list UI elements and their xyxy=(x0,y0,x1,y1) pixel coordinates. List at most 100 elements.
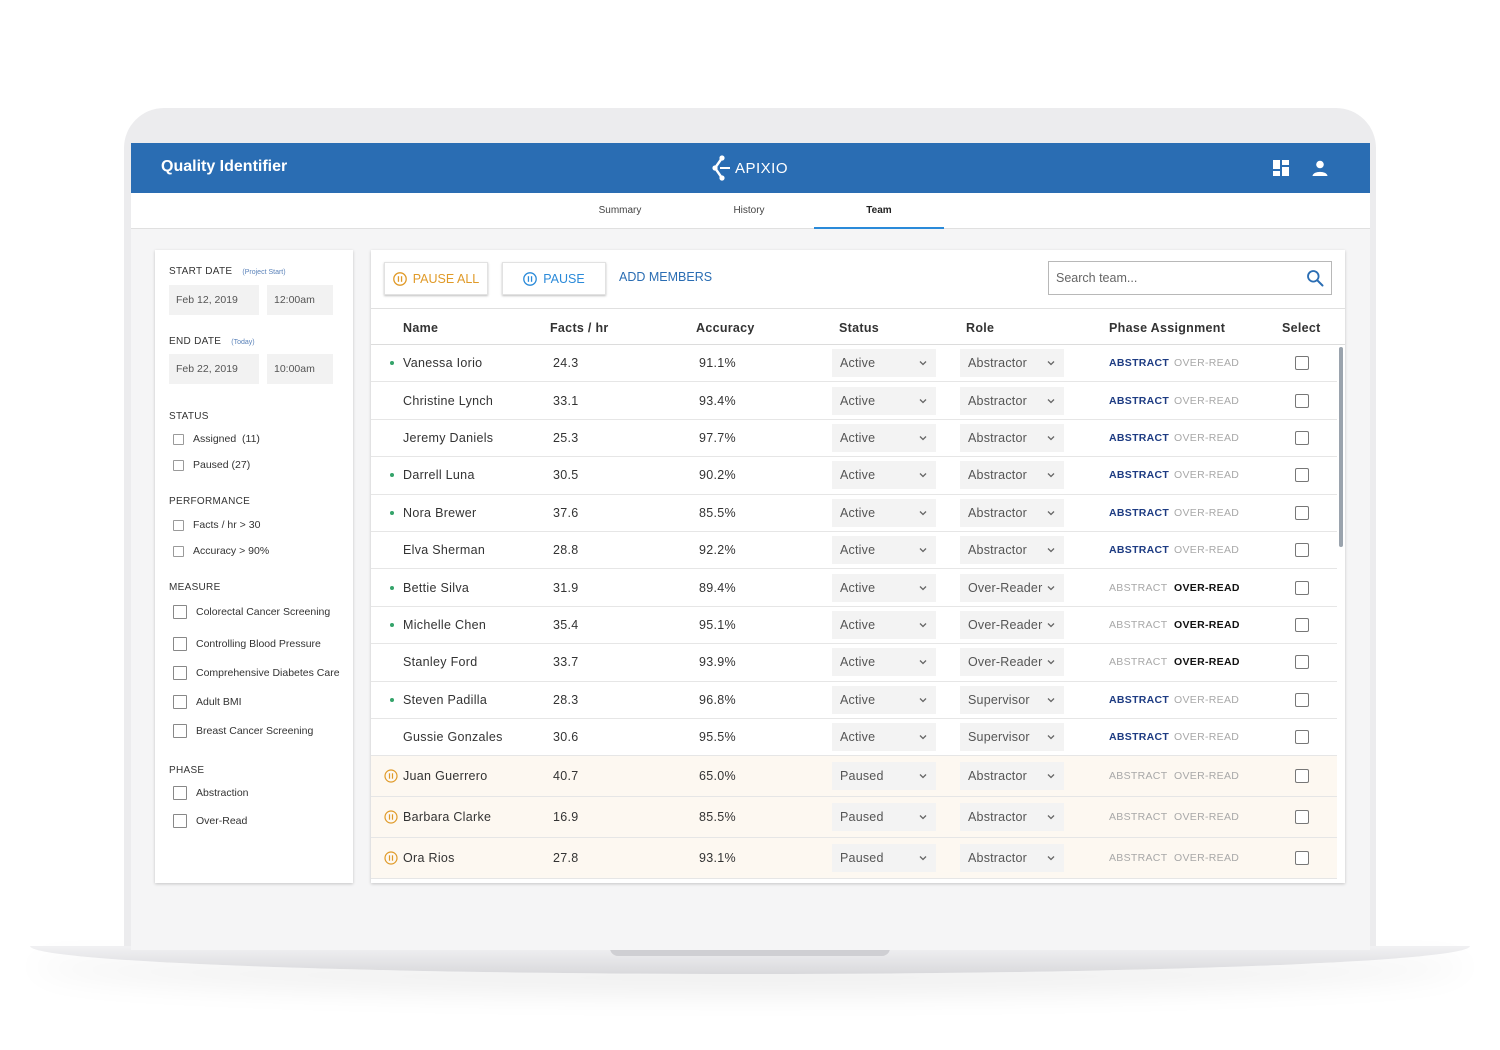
start-time-field[interactable]: 12:00am xyxy=(267,285,333,315)
select-checkbox[interactable] xyxy=(1295,356,1309,371)
filter-colorectal[interactable]: Colorectal Cancer Screening xyxy=(173,605,330,619)
phase-abstract-toggle[interactable]: ABSTRACT xyxy=(1109,357,1169,369)
role-dropdown[interactable]: Abstractor xyxy=(960,461,1064,490)
status-dropdown[interactable]: Paused xyxy=(832,762,936,791)
role-dropdown[interactable]: Abstractor xyxy=(960,802,1064,831)
status-dropdown[interactable]: Paused xyxy=(832,802,936,831)
phase-over-read-toggle[interactable]: OVER-READ xyxy=(1174,656,1240,668)
select-checkbox[interactable] xyxy=(1295,809,1309,824)
table-row[interactable]: Juan Guerrero 40.7 65.0% Paused Abstractor AB… xyxy=(371,756,1337,798)
status-dropdown[interactable]: Active xyxy=(832,685,936,714)
role-dropdown[interactable]: Abstractor xyxy=(960,762,1064,791)
status-dropdown[interactable]: Active xyxy=(832,461,936,490)
status-dropdown[interactable]: Active xyxy=(832,386,936,415)
phase-over-read-toggle[interactable]: OVER-READ xyxy=(1174,811,1239,823)
select-checkbox[interactable] xyxy=(1295,769,1309,784)
phase-abstract-toggle[interactable]: ABSTRACT xyxy=(1109,656,1167,668)
col-status[interactable]: Status xyxy=(839,321,879,335)
table-row[interactable]: Gussie Gonzales 30.6 95.5% Active Supervisor… xyxy=(371,718,1337,757)
checkbox[interactable] xyxy=(173,786,187,800)
select-checkbox[interactable] xyxy=(1295,617,1309,632)
table-row[interactable]: Jeremy Daniels 25.3 97.7% Active Abstractor A… xyxy=(371,419,1337,458)
select-checkbox[interactable] xyxy=(1295,692,1309,707)
phase-over-read-toggle[interactable]: OVER-READ xyxy=(1174,395,1239,407)
phase-abstract-toggle[interactable]: ABSTRACT xyxy=(1109,507,1169,519)
status-dropdown[interactable]: Active xyxy=(832,573,936,602)
table-row[interactable]: Vanessa Iorio 24.3 91.1% Active Abstractor AB… xyxy=(371,345,1337,383)
phase-over-read-toggle[interactable]: OVER-READ xyxy=(1174,694,1239,706)
checkbox[interactable] xyxy=(173,459,184,471)
pause-all-button[interactable]: PAUSE ALL xyxy=(384,262,488,295)
role-dropdown[interactable]: Abstractor xyxy=(960,423,1064,452)
search-input[interactable] xyxy=(1049,262,1299,294)
tab-summary[interactable]: Summary xyxy=(555,193,685,229)
phase-abstract-toggle[interactable]: ABSTRACT xyxy=(1109,432,1169,444)
phase-over-read-toggle[interactable]: OVER-READ xyxy=(1174,357,1239,369)
tab-history[interactable]: History xyxy=(684,193,814,229)
select-checkbox[interactable] xyxy=(1295,580,1309,595)
select-checkbox[interactable] xyxy=(1295,543,1309,558)
select-checkbox[interactable] xyxy=(1295,430,1309,445)
start-date-field[interactable]: Feb 12, 2019 xyxy=(169,285,259,315)
table-row[interactable]: Steven Padilla 28.3 96.8% Active Supervisor A… xyxy=(371,681,1337,719)
filter-breast-cancer[interactable]: Breast Cancer Screening xyxy=(173,724,313,738)
checkbox[interactable] xyxy=(173,433,184,445)
phase-over-read-toggle[interactable]: OVER-READ xyxy=(1174,582,1240,594)
status-dropdown[interactable]: Active xyxy=(832,423,936,452)
filter-adult-bmi[interactable]: Adult BMI xyxy=(173,695,242,709)
checkbox[interactable] xyxy=(173,605,187,619)
role-dropdown[interactable]: Supervisor xyxy=(960,723,1064,752)
phase-abstract-toggle[interactable]: ABSTRACT xyxy=(1109,731,1169,743)
filter-accuracy[interactable]: Accuracy > 90% xyxy=(173,545,269,557)
filter-facts-per-hour[interactable]: Facts / hr > 30 xyxy=(173,519,260,531)
filter-abstraction[interactable]: Abstraction xyxy=(173,786,249,800)
phase-over-read-toggle[interactable]: OVER-READ xyxy=(1174,619,1240,631)
add-members-button[interactable]: ADD MEMBERS xyxy=(619,270,712,284)
role-dropdown[interactable]: Abstractor xyxy=(960,349,1064,378)
select-checkbox[interactable] xyxy=(1295,850,1309,865)
phase-over-read-toggle[interactable]: OVER-READ xyxy=(1174,852,1239,864)
filter-assigned[interactable]: Assigned (11) xyxy=(173,433,260,445)
role-dropdown[interactable]: Over-Reader xyxy=(960,648,1064,677)
select-checkbox[interactable] xyxy=(1295,655,1309,670)
checkbox[interactable] xyxy=(173,637,187,651)
phase-abstract-toggle[interactable]: ABSTRACT xyxy=(1109,469,1169,481)
phase-over-read-toggle[interactable]: OVER-READ xyxy=(1174,731,1239,743)
phase-over-read-toggle[interactable]: OVER-READ xyxy=(1174,469,1239,481)
phase-abstract-toggle[interactable]: ABSTRACT xyxy=(1109,694,1169,706)
checkbox[interactable] xyxy=(173,695,187,709)
phase-over-read-toggle[interactable]: OVER-READ xyxy=(1174,770,1239,782)
status-dropdown[interactable]: Active xyxy=(832,349,936,378)
table-row[interactable]: Elva Sherman 28.8 92.2% Active Abstractor ABS… xyxy=(371,531,1337,570)
phase-abstract-toggle[interactable]: ABSTRACT xyxy=(1109,582,1167,594)
status-dropdown[interactable]: Active xyxy=(832,610,936,639)
phase-abstract-toggle[interactable]: ABSTRACT xyxy=(1109,770,1167,782)
table-row[interactable]: Stanley Ford 33.7 93.9% Active Over-Reader AB… xyxy=(371,644,1337,682)
phase-abstract-toggle[interactable]: ABSTRACT xyxy=(1109,544,1169,556)
role-dropdown[interactable]: Abstractor xyxy=(960,843,1064,872)
col-role[interactable]: Role xyxy=(966,321,994,335)
col-facts-per-hour[interactable]: Facts / hr xyxy=(550,321,609,335)
phase-abstract-toggle[interactable]: ABSTRACT xyxy=(1109,811,1167,823)
table-row[interactable]: Darrell Luna 30.5 90.2% Active Abstractor ABS… xyxy=(371,457,1337,495)
phase-over-read-toggle[interactable]: OVER-READ xyxy=(1174,507,1239,519)
table-row[interactable]: Christine Lynch 33.1 93.4% Active Abstractor… xyxy=(371,382,1337,420)
status-dropdown[interactable]: Active xyxy=(832,648,936,677)
phase-over-read-toggle[interactable]: OVER-READ xyxy=(1174,432,1239,444)
status-dropdown[interactable]: Paused xyxy=(832,843,936,872)
role-dropdown[interactable]: Supervisor xyxy=(960,685,1064,714)
filter-blood-pressure[interactable]: Controlling Blood Pressure xyxy=(173,637,321,651)
dashboard-icon[interactable] xyxy=(1272,159,1290,177)
table-row[interactable]: Barbara Clarke 16.9 85.5% Paused Abstractor A… xyxy=(371,797,1337,838)
tab-team[interactable]: Team xyxy=(814,193,944,229)
col-name[interactable]: Name xyxy=(403,321,438,335)
phase-over-read-toggle[interactable]: OVER-READ xyxy=(1174,544,1239,556)
select-checkbox[interactable] xyxy=(1295,468,1309,483)
col-select[interactable]: Select xyxy=(1282,321,1321,335)
col-accuracy[interactable]: Accuracy xyxy=(696,321,755,335)
status-dropdown[interactable]: Active xyxy=(832,723,936,752)
select-checkbox[interactable] xyxy=(1295,730,1309,745)
role-dropdown[interactable]: Abstractor xyxy=(960,536,1064,565)
table-row[interactable]: Michelle Chen 35.4 95.1% Active Over-Reader A… xyxy=(371,606,1337,645)
search-icon[interactable] xyxy=(1306,269,1324,287)
